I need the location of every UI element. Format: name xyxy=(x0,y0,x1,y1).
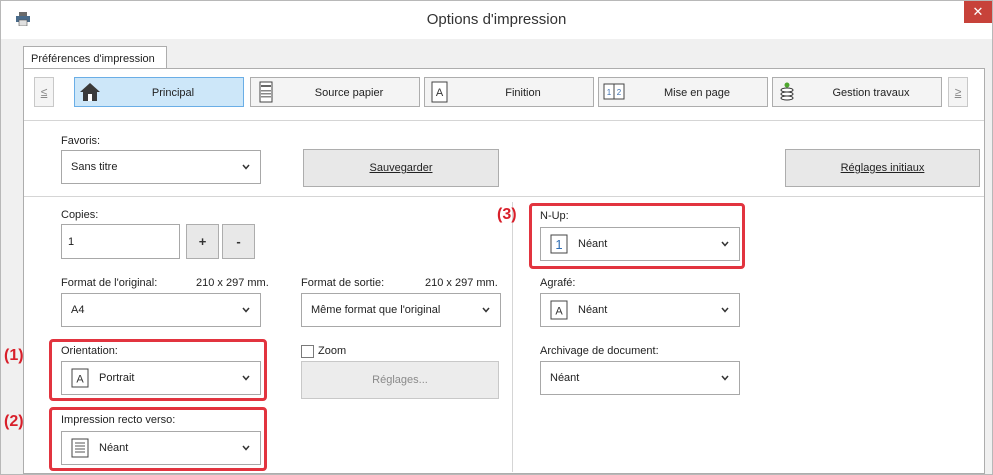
zoom-checkbox[interactable] xyxy=(301,345,314,358)
highlight-duplex xyxy=(49,407,267,471)
callout-1: (1) xyxy=(4,347,24,364)
home-icon xyxy=(80,83,100,101)
highlight-orientation xyxy=(49,339,267,401)
chevron-down-icon xyxy=(242,307,250,313)
output-size-value: Même format que l'original xyxy=(311,304,441,316)
nav-prev-button[interactable]: ≤ xyxy=(34,77,54,107)
divider xyxy=(24,196,984,197)
staple-page-icon: A xyxy=(550,300,568,320)
tab-strip: Préférences d'impression xyxy=(1,39,992,70)
window-title: Options d'impression xyxy=(426,11,567,28)
original-size-label: Format de l'original: xyxy=(61,277,158,289)
callout-2: (2) xyxy=(4,413,24,430)
nav-item-label: Mise en page xyxy=(663,87,731,99)
paper-tray-icon xyxy=(259,81,273,103)
svg-text:A: A xyxy=(555,306,563,318)
close-icon: ✕ xyxy=(972,4,984,19)
staple-select[interactable]: A Néant xyxy=(540,293,740,327)
finishing-icon: A xyxy=(431,81,448,103)
copies-value: 1 xyxy=(68,236,75,248)
chevron-down-icon xyxy=(721,375,729,381)
layout-icon: 1 2 xyxy=(603,83,625,100)
svg-text:2: 2 xyxy=(617,88,622,97)
copies-label: Copies: xyxy=(61,209,99,221)
zoom-label: Zoom xyxy=(318,345,347,357)
favorites-select[interactable]: Sans titre xyxy=(61,150,261,184)
nav-item-label: Source papier xyxy=(314,87,384,99)
chevron-down-icon xyxy=(482,307,490,313)
chevron-down-icon xyxy=(721,307,729,313)
nav-item-source-papier[interactable]: Source papier xyxy=(250,77,420,107)
copies-input[interactable]: 1 xyxy=(61,224,180,259)
output-size-label: Format de sortie: xyxy=(301,277,385,289)
favorites-label: Favoris: xyxy=(61,135,101,147)
svg-text:A: A xyxy=(436,87,444,99)
staple-label: Agrafé: xyxy=(540,277,576,289)
nav-next-button[interactable]: ≥ xyxy=(948,77,968,107)
nav-item-gestion-travaux[interactable]: Gestion travaux xyxy=(772,77,942,107)
original-size-value: A4 xyxy=(71,304,85,316)
document-filing-label: Archivage de document: xyxy=(540,345,659,357)
reset-defaults-button[interactable]: Réglages initiaux xyxy=(785,149,980,187)
document-filing-value: Néant xyxy=(550,372,580,384)
close-button[interactable]: ✕ xyxy=(964,1,992,23)
print-options-window: Options d'impression ✕ Préférences d'imp… xyxy=(0,0,993,475)
tab-print-preferences[interactable]: Préférences d'impression xyxy=(23,46,167,70)
original-size-select[interactable]: A4 xyxy=(61,293,261,327)
callout-3: (3) xyxy=(497,206,517,223)
save-button[interactable]: Sauvegarder xyxy=(303,149,499,187)
output-size-select[interactable]: Même format que l'original xyxy=(301,293,501,327)
nav-item-principal[interactable]: Principal xyxy=(74,77,244,107)
zoom-settings-button[interactable]: Réglages... xyxy=(301,361,499,399)
title-bar: Options d'impression ✕ xyxy=(1,1,992,39)
nav-item-finition[interactable]: A Finition xyxy=(424,77,594,107)
nav-item-label: Principal xyxy=(151,87,195,99)
category-nav: ≤ Principal Source papier A Finition 1 2… xyxy=(24,69,984,113)
document-filing-select[interactable]: Néant xyxy=(540,361,740,395)
highlight-n-up xyxy=(529,203,745,269)
svg-text:1: 1 xyxy=(607,88,612,97)
column-divider xyxy=(512,202,513,472)
staple-value: Néant xyxy=(578,304,608,316)
original-size-dimensions: 210 x 297 mm. xyxy=(196,277,269,289)
nav-item-mise-en-page[interactable]: 1 2 Mise en page xyxy=(598,77,768,107)
chevron-down-icon xyxy=(242,164,250,170)
job-management-icon xyxy=(780,82,794,101)
output-size-dimensions: 210 x 297 mm. xyxy=(425,277,498,289)
nav-item-label: Gestion travaux xyxy=(832,87,910,99)
copies-increment-button[interactable]: + xyxy=(186,224,219,259)
favorites-value: Sans titre xyxy=(71,161,118,173)
divider xyxy=(24,120,984,121)
nav-item-label: Finition xyxy=(505,87,541,99)
copies-decrement-button[interactable]: - xyxy=(222,224,255,259)
